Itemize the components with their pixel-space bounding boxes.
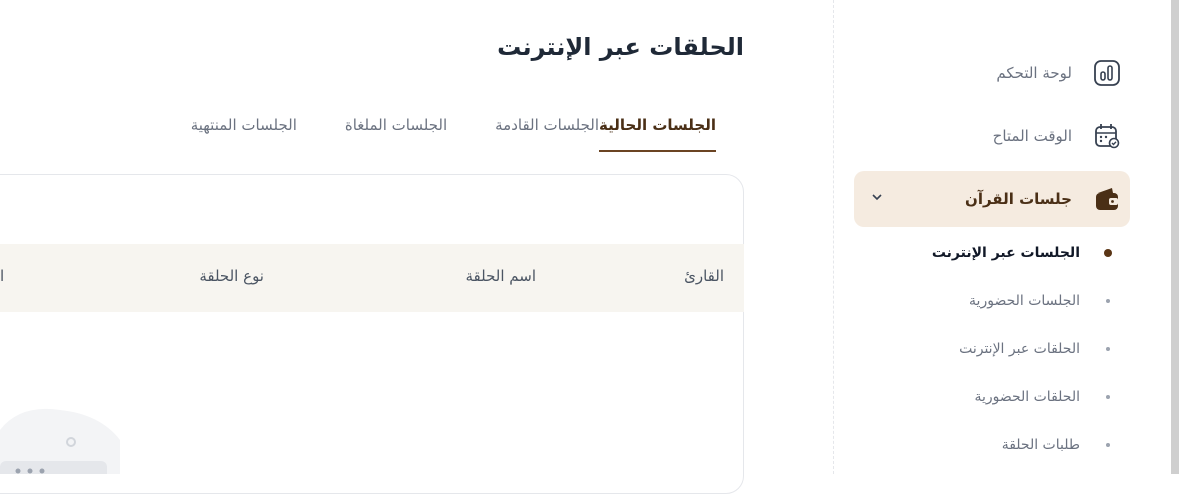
sidebar-subitem-online-circles[interactable]: الحلقات عبر الإنترنت [854,337,1130,361]
sidebar-subitem-in-person-circles[interactable]: الحلقات الحضورية [854,385,1130,409]
wallet-icon [1092,184,1122,214]
bullet-icon [1106,443,1110,447]
sidebar-item-quran-sessions[interactable]: جلسات القرآن [854,171,1130,227]
sidebar-subitem-in-person-sessions[interactable]: الجلسات الحضورية [854,289,1130,313]
chart-bars-icon [1092,58,1122,88]
sidebar-item-label: جلسات القرآن [965,190,1072,208]
tab-current-sessions[interactable]: الجلسات الحالية [599,112,716,152]
table-header [0,244,744,312]
sidebar-subitem-label: طلبات الحلقة [1001,437,1080,453]
session-tabs: الجلسات الحالية الجلسات القادمة الجلسات … [143,112,716,152]
tab-finished-sessions[interactable]: الجلسات المنتهية [191,112,297,152]
column-header-circle-type[interactable]: نوع الحلقة [199,267,264,285]
chevron-down-icon[interactable] [870,189,884,208]
tab-upcoming-sessions[interactable]: الجلسات القادمة [495,112,599,152]
empty-state-illustration [0,408,120,474]
sidebar-subitem-online-sessions[interactable]: الجلسات عبر الإنترنت [854,241,1130,265]
column-header-circle-name[interactable]: اسم الحلقة [465,267,536,285]
bullet-icon [1106,347,1110,351]
calendar-check-icon [1092,121,1122,151]
bullet-icon [1106,299,1110,303]
bullet-icon [1106,395,1110,399]
sidebar: لوحة التحكم الوقت المتاح جلسات القرآن ال… [833,0,1171,474]
sidebar-item-dashboard[interactable]: لوحة التحكم [854,45,1130,101]
sidebar-item-label: لوحة التحكم [996,64,1072,82]
column-header-reciter[interactable]: القارئ [684,267,724,285]
sidebar-subitem-label: الجلسات عبر الإنترنت [931,245,1080,261]
sidebar-subitem-circle-requests[interactable]: طلبات الحلقة [854,433,1130,457]
scrollbar-thumb[interactable] [1171,0,1179,474]
tab-cancelled-sessions[interactable]: الجلسات الملغاة [345,112,447,152]
bullet-icon [1104,249,1112,257]
sidebar-item-available-time[interactable]: الوقت المتاح [854,108,1130,164]
sidebar-subitem-label: الجلسات الحضورية [969,293,1080,309]
sidebar-subitem-label: الحلقات عبر الإنترنت [959,341,1080,357]
page-title: الحلقات عبر الإنترنت [497,33,744,61]
sidebar-item-label: الوقت المتاح [992,127,1072,145]
column-header-partial[interactable]: ا [0,267,4,285]
sidebar-subitem-label: الحلقات الحضورية [974,389,1080,405]
